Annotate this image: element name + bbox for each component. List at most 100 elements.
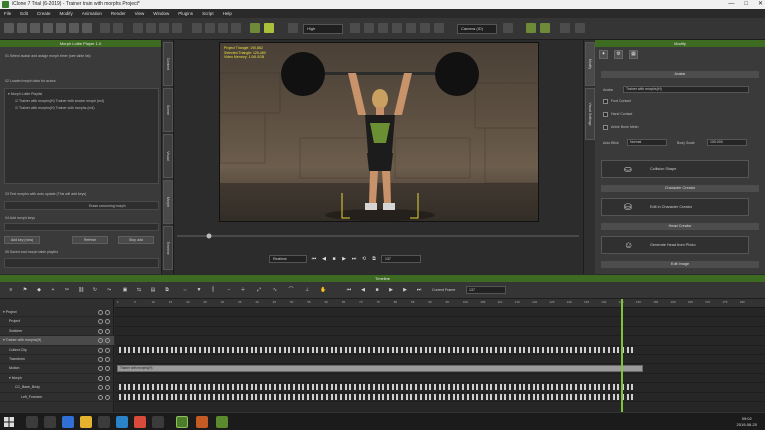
keyframe-marker[interactable]: [457, 384, 460, 391]
shading-icon[interactable]: [434, 23, 444, 33]
keyframe-marker[interactable]: [612, 384, 615, 391]
keyframe-marker[interactable]: [274, 384, 277, 391]
close-button[interactable]: ✕: [758, 0, 763, 9]
current-frame-field[interactable]: 137: [466, 286, 506, 294]
keyframe-marker[interactable]: [335, 384, 338, 391]
keyframe-marker[interactable]: [255, 384, 258, 391]
keyframe-marker[interactable]: [495, 346, 497, 353]
realtime-icon[interactable]: [264, 23, 274, 33]
visibility-icon[interactable]: [105, 319, 110, 325]
keyframe-marker[interactable]: [386, 384, 389, 391]
keyframe-marker[interactable]: [161, 384, 164, 391]
keyframe-marker[interactable]: [269, 393, 272, 400]
keyframe-marker[interactable]: [363, 346, 366, 353]
timeline-lane[interactable]: [115, 346, 765, 355]
keyframe-marker[interactable]: [386, 346, 389, 353]
keyframe-marker[interactable]: [598, 346, 601, 353]
keyframe-marker[interactable]: [419, 393, 422, 400]
keyframe-marker[interactable]: [532, 384, 535, 391]
keyframe-marker[interactable]: [264, 346, 267, 353]
tl-prev-icon[interactable]: ◀: [360, 287, 366, 294]
lock-icon[interactable]: [98, 394, 103, 400]
rotate-icon[interactable]: [159, 23, 169, 33]
visibility-icon[interactable]: [105, 375, 110, 381]
undo-icon[interactable]: [100, 23, 110, 33]
tl-stretch-icon[interactable]: ⇔: [182, 287, 188, 294]
tab-morph[interactable]: Morph: [163, 180, 173, 224]
keyframe-marker[interactable]: [462, 384, 465, 391]
keyframe-marker[interactable]: [194, 384, 197, 391]
keyframe-marker[interactable]: [307, 346, 309, 353]
keyframe-marker[interactable]: [339, 346, 342, 353]
timeline-grid[interactable]: 1 5 10 15 20 25 30 35 40 45 50 55 60 65 70 75 80 85 90 95 10…: [115, 299, 765, 412]
timeline-track[interactable]: ▾ Trainer with morphs(H): [0, 336, 114, 346]
visibility-icon[interactable]: [105, 347, 110, 353]
keyframe-marker[interactable]: [372, 393, 375, 400]
keyframe-marker[interactable]: [452, 384, 455, 391]
keyframe-marker[interactable]: [250, 346, 253, 353]
keyframe-marker[interactable]: [471, 384, 474, 391]
keyframe-marker[interactable]: [213, 393, 215, 400]
tl-ease-icon[interactable]: ∿: [272, 287, 278, 294]
keyframe-marker[interactable]: [189, 384, 192, 391]
keyframe-marker[interactable]: [448, 393, 450, 400]
keyframe-marker[interactable]: [316, 384, 319, 391]
keyframe-marker[interactable]: [396, 393, 399, 400]
ankle-bone-checkbox[interactable]: [603, 125, 608, 130]
wireframe-icon[interactable]: [420, 23, 430, 33]
keyframe-marker[interactable]: [480, 384, 483, 391]
timeline-lane[interactable]: [115, 355, 765, 365]
keyframe-marker[interactable]: [208, 384, 211, 391]
playlist-item[interactable]: ☑ Trainer with morphs(H) Trainer with mo…: [15, 106, 95, 110]
keyframe-marker[interactable]: [513, 393, 516, 400]
chrome-icon[interactable]: [134, 416, 146, 428]
keyframe-marker[interactable]: [137, 384, 140, 391]
tl-pin-icon[interactable]: ⊥: [304, 287, 310, 294]
camera-fit-icon[interactable]: [231, 23, 241, 33]
keyframe-marker[interactable]: [523, 384, 526, 391]
select-icon[interactable]: [133, 23, 143, 33]
keyframe-marker[interactable]: [462, 346, 465, 353]
keyframe-marker[interactable]: [198, 393, 201, 400]
3d-viewport[interactable]: Project Triangle: 190,862 Selected Trian…: [219, 42, 539, 222]
keyframe-marker[interactable]: [495, 384, 497, 391]
keyframe-marker[interactable]: [607, 346, 610, 353]
keyframe-marker[interactable]: [283, 393, 286, 400]
keyframe-marker[interactable]: [490, 346, 493, 353]
last-frame-icon[interactable]: ⏭: [351, 256, 357, 262]
keyframe-marker[interactable]: [415, 384, 418, 391]
keyframe-marker[interactable]: [274, 346, 277, 353]
keyframe-marker[interactable]: [175, 346, 178, 353]
task-view-icon[interactable]: [44, 416, 56, 428]
keyframe-marker[interactable]: [184, 393, 187, 400]
morph-icon[interactable]: [526, 23, 536, 33]
keyframe-marker[interactable]: [429, 346, 432, 353]
keyframe-marker[interactable]: [513, 346, 516, 353]
mocap-icon[interactable]: [560, 23, 570, 33]
keyframe-marker[interactable]: [274, 393, 277, 400]
keyframe-marker[interactable]: [462, 393, 465, 400]
keyframe-marker[interactable]: [537, 346, 540, 353]
keyframe-marker[interactable]: [358, 346, 361, 353]
keyframe-marker[interactable]: [368, 393, 371, 400]
tl-play-icon[interactable]: ▶: [388, 287, 394, 294]
keyframe-marker[interactable]: [363, 384, 366, 391]
hand-contact-checkbox[interactable]: [603, 112, 608, 117]
search-icon[interactable]: [26, 416, 38, 428]
camera-pan-icon[interactable]: [192, 23, 202, 33]
keyframe-marker[interactable]: [119, 346, 121, 353]
refresh-button[interactable]: Refresh: [72, 236, 108, 244]
playback-mode-select[interactable]: Realtime: [269, 255, 307, 263]
visibility-icon[interactable]: [105, 366, 110, 372]
keyframe-marker[interactable]: [513, 384, 516, 391]
keyframe-marker[interactable]: [278, 346, 281, 353]
lock-icon[interactable]: [98, 375, 103, 381]
keyframe-marker[interactable]: [565, 346, 568, 353]
visibility-icon[interactable]: [105, 338, 110, 344]
keyframe-marker[interactable]: [349, 393, 352, 400]
keyframe-marker[interactable]: [358, 384, 361, 391]
keyframe-marker[interactable]: [311, 346, 314, 353]
keyframe-marker[interactable]: [560, 384, 563, 391]
keyframe-marker[interactable]: [527, 346, 530, 353]
keyframe-marker[interactable]: [288, 393, 291, 400]
